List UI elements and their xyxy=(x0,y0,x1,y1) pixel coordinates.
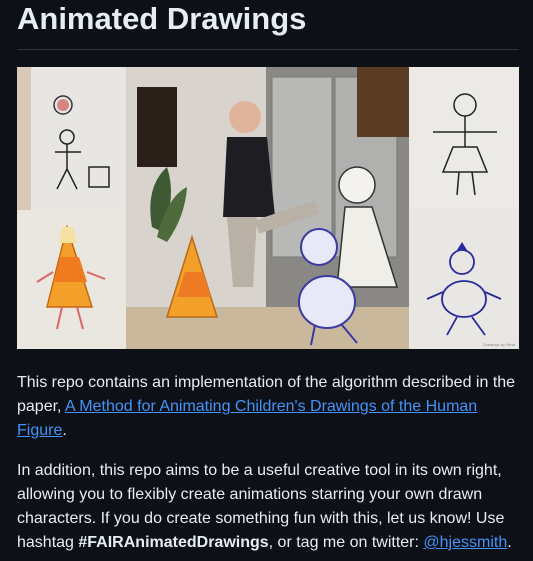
drawing-panel-top-left xyxy=(17,67,126,210)
drawing-panel-bottom-right xyxy=(409,208,519,349)
addition-text-3: . xyxy=(507,534,512,551)
page-title: Animated Drawings xyxy=(17,1,307,36)
image-watermark: Drawings by Meta xyxy=(483,342,516,347)
drawing-panel-top-right xyxy=(409,67,519,208)
title-divider xyxy=(17,49,519,50)
twitter-link[interactable]: @hjessmith xyxy=(423,534,507,551)
paper-link[interactable]: A Method for Animating Children's Drawin… xyxy=(17,398,477,439)
intro-text-after-link: . xyxy=(62,422,67,439)
addition-text-2: , or tag me on twitter: xyxy=(268,534,424,551)
hashtag: #FAIRAnimatedDrawings xyxy=(78,534,269,551)
addition-paragraph: In addition, this repo aims to be a usef… xyxy=(17,459,522,555)
intro-paragraph: This repo contains an implementation of … xyxy=(17,371,522,443)
hero-image: Drawings by Meta xyxy=(17,67,519,349)
